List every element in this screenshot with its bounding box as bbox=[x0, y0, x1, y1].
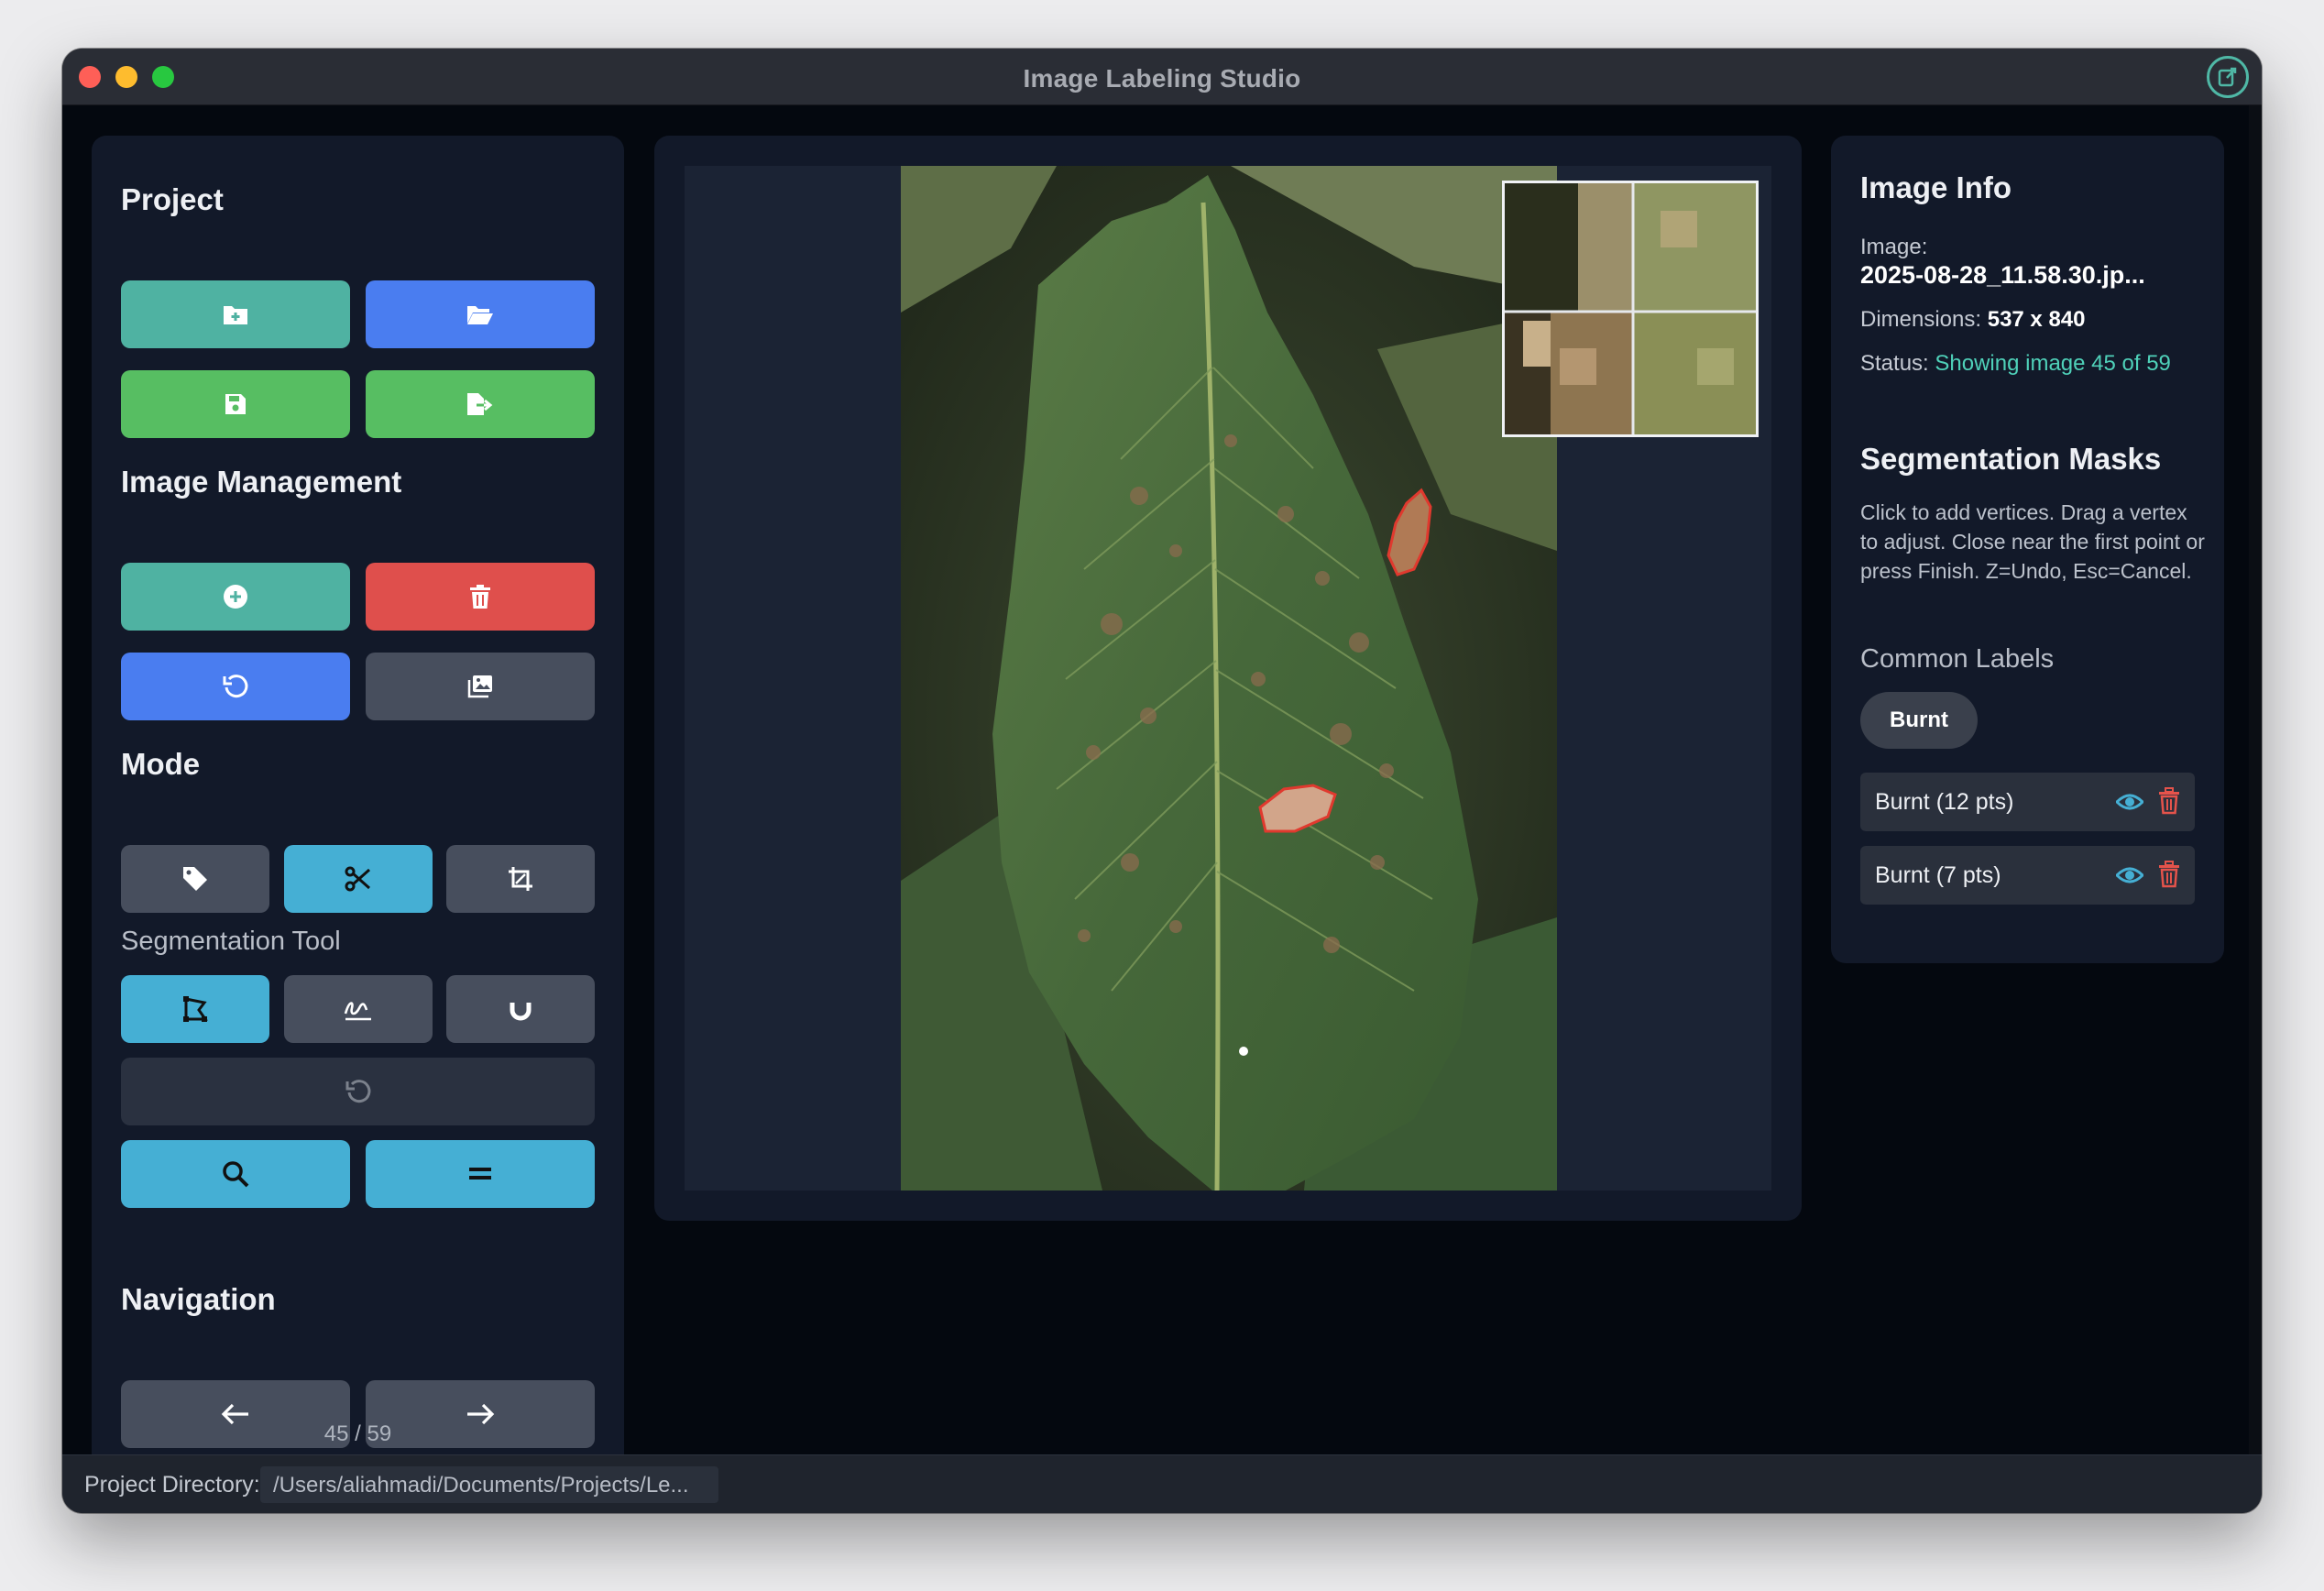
save-project-button[interactable] bbox=[121, 370, 350, 438]
trash-icon[interactable] bbox=[2158, 861, 2180, 893]
sidebar: Project Image Management Mode Segmentati… bbox=[92, 136, 624, 1455]
reset-icon bbox=[222, 673, 249, 700]
mask-label: Burnt (7 pts) bbox=[1875, 861, 2001, 888]
tool-polygon-button[interactable] bbox=[121, 975, 269, 1043]
trash-icon bbox=[469, 584, 491, 609]
open-folder-icon bbox=[466, 302, 495, 326]
reset-image-button[interactable] bbox=[121, 653, 350, 720]
magnet-icon bbox=[509, 995, 532, 1023]
title-bar: Image Labeling Studio bbox=[62, 49, 2262, 105]
segmentation-tool-title: Segmentation Tool bbox=[121, 927, 341, 956]
segmentation-masks-title: Segmentation Masks bbox=[1860, 442, 2162, 476]
status-value: Showing image 45 of 59 bbox=[1935, 351, 2171, 376]
image-info-title: Image Info bbox=[1860, 170, 2012, 204]
project-section-title: Project bbox=[121, 182, 224, 216]
mask-list-item[interactable]: Burnt (7 pts) bbox=[1860, 846, 2195, 905]
gallery-icon bbox=[466, 674, 494, 699]
zoom-search-button[interactable] bbox=[121, 1140, 350, 1208]
add-image-button[interactable] bbox=[121, 563, 350, 631]
equals-icon bbox=[468, 1165, 492, 1183]
mode-crop-button[interactable] bbox=[446, 845, 595, 913]
freehand-icon bbox=[343, 995, 374, 1023]
project-directory-path[interactable]: /Users/aliahmadi/Documents/Projects/Le..… bbox=[260, 1466, 718, 1503]
dimensions-value: 537 x 840 bbox=[1987, 307, 2086, 332]
mask-label: Burnt (12 pts) bbox=[1875, 788, 2014, 815]
search-icon bbox=[222, 1160, 249, 1188]
export-icon bbox=[466, 391, 495, 417]
new-project-button[interactable] bbox=[121, 280, 350, 348]
app-window: Image Labeling Studio Project Image Mana… bbox=[62, 49, 2262, 1513]
add-image-icon bbox=[223, 584, 248, 609]
image-canvas[interactable] bbox=[685, 166, 1771, 1191]
image-management-title: Image Management bbox=[121, 465, 402, 499]
scissors-icon bbox=[345, 865, 372, 893]
dimensions-row: Dimensions: 537 x 840 bbox=[1860, 307, 2086, 333]
magnifier-loupe bbox=[1502, 181, 1759, 437]
segmentation-help-text: Click to add vertices. Drag a vertex to … bbox=[1860, 500, 2205, 583]
navigation-title: Navigation bbox=[121, 1282, 276, 1316]
mode-segment-button[interactable] bbox=[284, 845, 433, 913]
delete-image-button[interactable] bbox=[366, 563, 595, 631]
gallery-button[interactable] bbox=[366, 653, 595, 720]
project-directory-label: Project Directory: bbox=[84, 1472, 260, 1498]
mask-list-item[interactable]: Burnt (12 pts) bbox=[1860, 773, 2195, 831]
eye-icon[interactable] bbox=[2114, 861, 2145, 894]
new-project-icon bbox=[222, 302, 249, 326]
crop-icon bbox=[507, 865, 534, 893]
tool-magnet-button[interactable] bbox=[446, 975, 595, 1043]
polygon-icon bbox=[181, 995, 209, 1023]
status-row: Status: Showing image 45 of 59 bbox=[1860, 351, 2171, 377]
canvas-panel bbox=[654, 136, 1802, 1221]
save-icon bbox=[224, 392, 247, 416]
eye-icon[interactable] bbox=[2114, 788, 2145, 820]
equalize-button[interactable] bbox=[366, 1140, 595, 1208]
tool-freehand-button[interactable] bbox=[284, 975, 433, 1043]
common-labels-title: Common Labels bbox=[1860, 644, 2055, 674]
window-scrollbar[interactable] bbox=[2249, 105, 2262, 1454]
status-label: Status: bbox=[1860, 351, 1929, 376]
dimensions-label: Dimensions: bbox=[1860, 307, 1982, 332]
leaf-photo[interactable] bbox=[901, 166, 1557, 1191]
app-status-icon[interactable] bbox=[2207, 56, 2249, 98]
image-filename: 2025-08-28_11.58.30.jp... bbox=[1860, 261, 2145, 289]
status-bar: Project Directory: /Users/aliahmadi/Docu… bbox=[62, 1454, 2262, 1513]
export-button[interactable] bbox=[366, 370, 595, 438]
undo-vertex-button[interactable] bbox=[121, 1058, 595, 1125]
window-title: Image Labeling Studio bbox=[1023, 64, 1301, 93]
mode-section-title: Mode bbox=[121, 747, 201, 781]
info-panel: Image Info Image: 2025-08-28_11.58.30.jp… bbox=[1831, 136, 2224, 963]
undo-icon bbox=[345, 1078, 372, 1105]
mode-tag-button[interactable] bbox=[121, 845, 269, 913]
image-counter: 45 / 59 bbox=[323, 1421, 392, 1446]
image-label: Image: bbox=[1860, 235, 1928, 259]
open-project-button[interactable] bbox=[366, 280, 595, 348]
tag-icon bbox=[181, 865, 209, 893]
label-chip-burnt[interactable]: Burnt bbox=[1860, 692, 1978, 749]
trash-icon[interactable] bbox=[2158, 787, 2180, 819]
